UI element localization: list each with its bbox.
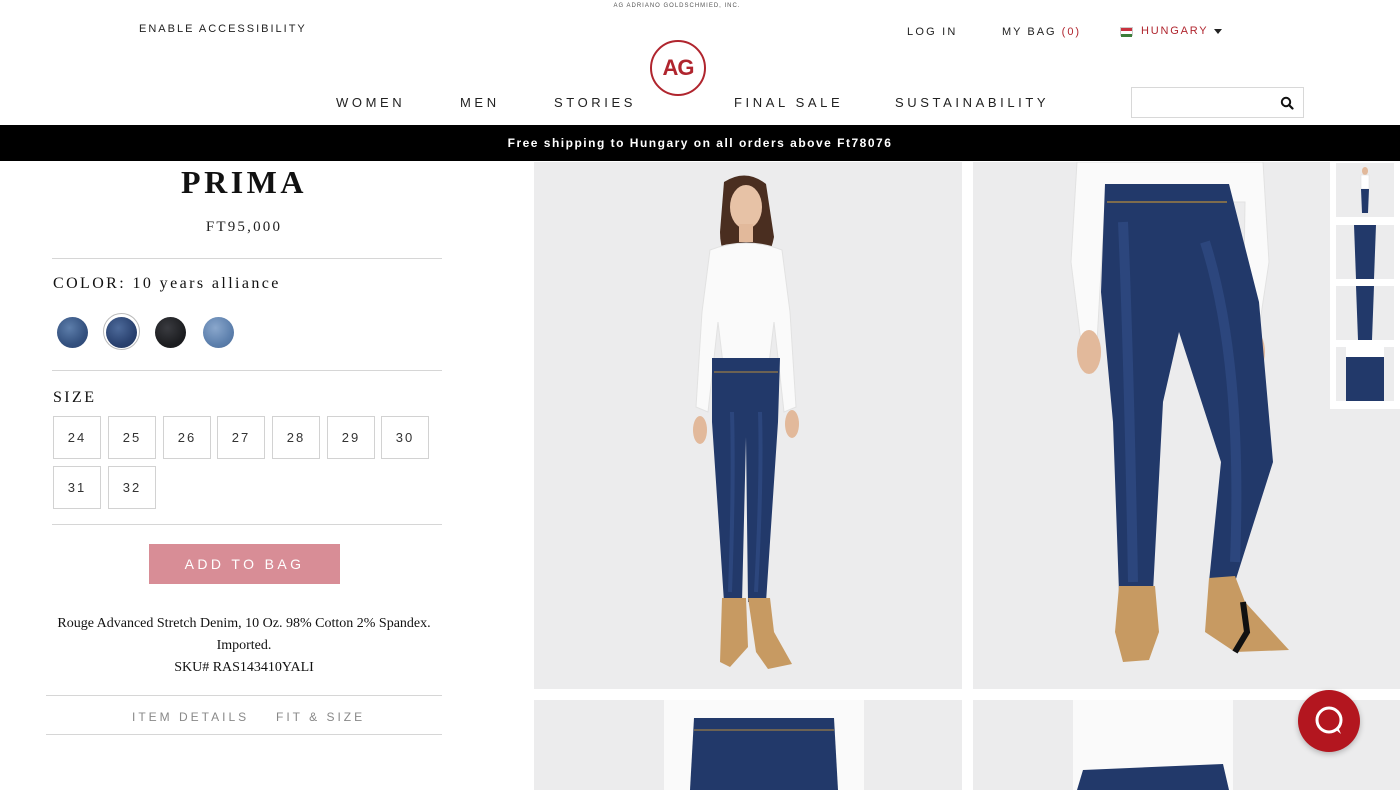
jeans-detail-figure: [534, 700, 962, 790]
size-button-26[interactable]: 26: [163, 416, 211, 459]
size-button-30[interactable]: 30: [381, 416, 429, 459]
search-box: [1131, 87, 1304, 118]
log-in-link[interactable]: LOG IN: [907, 26, 958, 38]
product-name: PRIMA: [181, 164, 307, 200]
brand-tagline: AG ADRIANO GOLDSCHMIED, INC.: [613, 3, 741, 9]
description-line: Imported.: [216, 638, 272, 653]
model-front-figure: [534, 162, 962, 689]
tab-fit-size[interactable]: FIT & SIZE: [276, 710, 365, 724]
divider: [52, 524, 442, 525]
search-input[interactable]: [1138, 94, 1268, 112]
thumbnail-4[interactable]: [1336, 347, 1394, 401]
divider: [52, 370, 442, 371]
nav-final-sale[interactable]: FINAL SALE: [734, 95, 843, 110]
my-bag-link[interactable]: MY BAG (0): [1002, 26, 1081, 38]
description-line: Rouge Advanced Stretch Denim, 10 Oz. 98%…: [57, 616, 431, 631]
chat-icon: [1315, 706, 1343, 734]
swatch-10-years-alliance[interactable]: [106, 317, 137, 348]
sku-text: SKU# RAS143410YALI: [174, 660, 314, 675]
country-selector[interactable]: HUNGARY: [1120, 25, 1223, 37]
thumbnail-1[interactable]: [1336, 163, 1394, 217]
size-button-28[interactable]: 28: [272, 416, 320, 459]
size-button-31[interactable]: 31: [53, 466, 101, 509]
swatch-black[interactable]: [155, 317, 186, 348]
thumbnail-2[interactable]: [1336, 225, 1394, 279]
nav-sustainability[interactable]: SUSTAINABILITY: [895, 95, 1049, 110]
divider: [46, 695, 442, 696]
color-label-text: COLOR:: [53, 275, 127, 292]
chat-button[interactable]: [1298, 690, 1360, 752]
bag-count: (0): [1061, 26, 1082, 38]
product-description: Rouge Advanced Stretch Denim, 10 Oz. 98%…: [46, 613, 442, 679]
logo-text: AG: [662, 55, 695, 80]
promo-text: Free shipping to Hungary on all orders a…: [507, 136, 893, 150]
color-label: COLOR: 10 years alliance: [53, 275, 281, 293]
size-button-27[interactable]: 27: [217, 416, 265, 459]
search-icon[interactable]: [1280, 96, 1294, 110]
thumbnail-3[interactable]: [1336, 286, 1394, 340]
size-button-29[interactable]: 29: [327, 416, 375, 459]
product-photo-front[interactable]: [534, 162, 962, 689]
divider: [46, 734, 442, 735]
product-photo-detail[interactable]: [534, 700, 962, 790]
size-button-32[interactable]: 32: [108, 466, 156, 509]
tab-item-details[interactable]: ITEM DETAILS: [132, 710, 249, 724]
divider: [52, 258, 442, 259]
enable-accessibility-link[interactable]: ENABLE ACCESSIBILITY: [139, 23, 307, 35]
hungary-flag-icon: [1120, 26, 1133, 37]
country-label: HUNGARY: [1141, 25, 1209, 37]
nav-women[interactable]: WOMEN: [336, 95, 405, 110]
size-button-25[interactable]: 25: [108, 416, 156, 459]
color-value: 10 years alliance: [132, 275, 281, 292]
add-to-bag-button[interactable]: ADD TO BAG: [149, 544, 340, 584]
thumbnail-strip: [1330, 161, 1400, 409]
caret-down-icon: [1214, 28, 1223, 34]
swatch-light-wash[interactable]: [203, 317, 234, 348]
swatch-medium-wash[interactable]: [57, 317, 88, 348]
size-label: SIZE: [53, 389, 97, 406]
ag-logo[interactable]: AG: [650, 40, 706, 96]
nav-stories[interactable]: STORIES: [554, 95, 636, 110]
size-button-24[interactable]: 24: [53, 416, 101, 459]
product-price: FT95,000: [205, 219, 283, 235]
nav-men[interactable]: MEN: [460, 95, 500, 110]
promo-bar: Free shipping to Hungary on all orders a…: [0, 125, 1400, 161]
my-bag-label: MY BAG: [1002, 26, 1057, 38]
